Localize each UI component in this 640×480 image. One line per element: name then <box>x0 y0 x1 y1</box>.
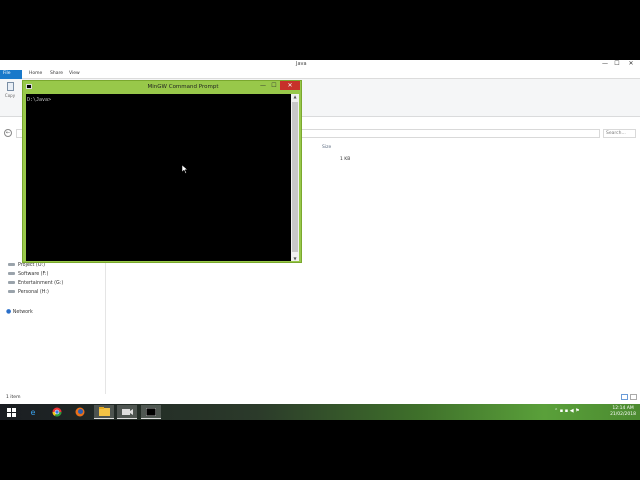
nav-item-software[interactable]: Software (F:) <box>8 272 48 277</box>
column-header-size[interactable]: Size <box>322 145 331 150</box>
details-view-button[interactable] <box>621 394 628 400</box>
nav-item-network[interactable]: ● Network <box>6 308 33 315</box>
explorer-close-button[interactable]: ✕ <box>626 60 636 67</box>
nav-item-entertainment[interactable]: Entertainment (G:) <box>8 281 63 286</box>
chrome-icon[interactable] <box>47 405 67 419</box>
cmd-console[interactable]: D:\Java> <box>26 94 291 261</box>
drive-icon <box>8 290 15 293</box>
internet-explorer-icon[interactable]: e <box>23 405 43 419</box>
cmd-maximize-button[interactable]: ☐ <box>270 82 278 90</box>
clock-date: 21/02/2018 <box>610 412 636 417</box>
drive-icon <box>8 272 15 275</box>
tab-view[interactable]: View <box>66 70 83 79</box>
copy-label: Copy <box>4 93 16 98</box>
explorer-maximize-button[interactable]: ☐ <box>612 60 622 67</box>
drive-icon <box>8 281 15 284</box>
mouse-cursor-icon <box>182 165 188 174</box>
start-windows-icon[interactable] <box>1 405 21 419</box>
explorer-minimize-button[interactable]: — <box>600 60 610 67</box>
prompt-line: D:\Java> <box>27 97 52 103</box>
nav-item-project[interactable]: Project (O:) <box>8 263 45 268</box>
file-explorer-taskbar-icon[interactable] <box>94 405 114 419</box>
clock[interactable]: 12:14 AM 21/02/2018 <box>610 406 636 418</box>
tab-home[interactable]: Home <box>26 70 45 79</box>
search-input[interactable]: Search... <box>603 129 636 138</box>
scroll-down-icon[interactable]: ▼ <box>291 256 299 261</box>
back-arrow-icon[interactable]: ← <box>4 129 12 137</box>
explorer-title: Java <box>296 61 307 67</box>
desktop-screen: Java — ☐ ✕ File Home Share View Copy ← S… <box>0 60 640 420</box>
cmd-scrollbar[interactable]: ▲ ▼ <box>291 94 299 261</box>
file-size-cell: 1 KB <box>340 157 351 162</box>
large-icons-view-button[interactable] <box>630 394 637 400</box>
scroll-up-icon[interactable]: ▲ <box>291 94 299 99</box>
tray-icons[interactable]: ⌃ ▪ ▪ ◀ ⚑ <box>554 408 580 414</box>
explorer-titlebar: Java — ☐ ✕ <box>0 60 640 69</box>
tab-file[interactable]: File <box>0 70 22 79</box>
cmd-minimize-button[interactable]: — <box>259 82 267 90</box>
nav-item-personal[interactable]: Personal (H:) <box>8 290 49 295</box>
ribbon-tabs: File Home Share View <box>0 69 640 79</box>
windows-logo-icon <box>6 407 16 417</box>
firefox-icon[interactable] <box>70 405 90 419</box>
video-camera-icon[interactable] <box>117 405 137 419</box>
status-item-count: 1 item <box>6 395 21 400</box>
tab-share[interactable]: Share <box>47 70 66 79</box>
terminal-icon <box>26 84 32 89</box>
copy-button[interactable]: Copy <box>3 82 17 98</box>
cmd-window[interactable]: MinGW Command Prompt — ☐ ✕ D:\Java> ▲ ▼ <box>22 80 302 263</box>
cmd-close-button[interactable]: ✕ <box>280 81 300 90</box>
cmd-title: MinGW Command Prompt <box>147 84 219 90</box>
taskbar: e ⌃ ▪ ▪ ◀ ⚑ 12:14 AM 21/02/2018 <box>0 404 640 420</box>
cmd-taskbar-icon[interactable] <box>141 405 161 419</box>
network-icon: ● <box>6 308 12 315</box>
cmd-titlebar[interactable]: MinGW Command Prompt — ☐ ✕ <box>23 81 301 92</box>
scroll-thumb[interactable] <box>292 102 298 252</box>
copy-icon <box>6 82 14 91</box>
drive-icon <box>8 263 15 266</box>
